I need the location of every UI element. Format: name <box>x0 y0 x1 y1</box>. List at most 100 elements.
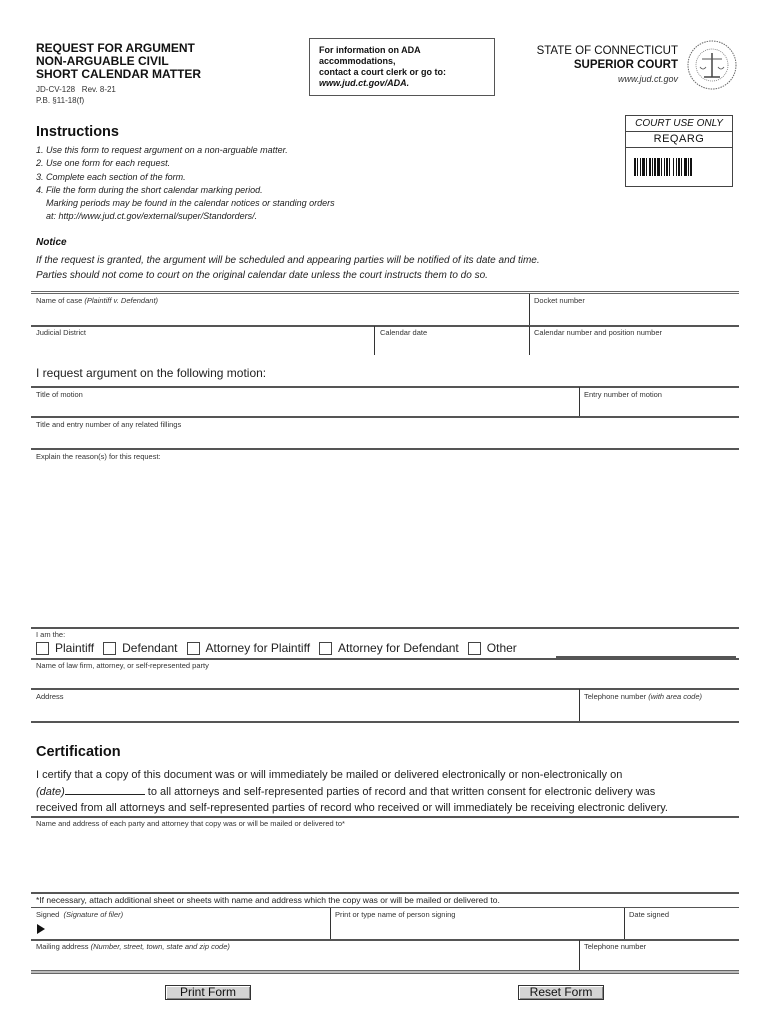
telephone-input[interactable] <box>581 702 738 720</box>
judicial-district-input[interactable] <box>31 338 373 354</box>
title-line-3: SHORT CALENDAR MATTER <box>36 67 202 81</box>
reset-form-button[interactable]: Reset Form <box>518 985 604 1000</box>
form-number-block: JD-CV-128 Rev. 8-21 P.B. §11-18(f) <box>36 84 116 106</box>
ada-line: For information on ADA <box>319 45 421 55</box>
print-name-label: Print or type name of person signing <box>335 910 456 919</box>
signed-label: Signed (Signature of filer) <box>36 910 124 919</box>
cert-line-2: to all attorneys and self-represented pa… <box>144 785 656 798</box>
instruction-item: 1. Use this form to request argument on … <box>36 145 288 155</box>
telephone-label: Telephone number (with area code) <box>584 692 703 701</box>
court-website[interactable]: www.jud.ct.gov <box>537 72 678 86</box>
docket-number-label: Docket number <box>534 296 585 305</box>
checkbox-label: Other <box>486 641 517 655</box>
instruction-item: 3. Complete each section of the form. <box>36 171 186 182</box>
date-signed-label: Date signed <box>629 910 670 919</box>
instructions-list: 1. Use this form to request argument on … <box>36 144 335 224</box>
name-of-case-label: Name of case (Plaintiff v. Defendant) <box>36 296 159 305</box>
checkbox-other[interactable]: Other <box>467 641 517 655</box>
law-firm-input[interactable] <box>31 671 738 687</box>
court-use-only-box: COURT USE ONLY REQARG <box>625 115 733 187</box>
notice-heading: Notice <box>36 237 67 248</box>
checkbox-plaintiff[interactable]: Plaintiff <box>36 641 94 655</box>
instruction-item: Marking periods may be found in the cale… <box>36 198 335 209</box>
court-use-code: REQARG <box>626 132 732 148</box>
signer-telephone-input[interactable] <box>581 952 738 969</box>
barcode-bar <box>649 158 651 176</box>
ada-link[interactable]: www.jud.ct.gov/ADA. <box>319 78 409 88</box>
ada-line: contact a court clerk or go to: <box>319 67 447 77</box>
barcode-bar <box>678 158 680 176</box>
court-header: STATE OF CONNECTICUT SUPERIOR COURT www.… <box>537 44 678 86</box>
barcode-bar <box>646 158 647 176</box>
name-address-parties-textarea[interactable] <box>31 830 738 890</box>
address-label: Address <box>36 692 64 701</box>
print-form-button[interactable]: Print Form <box>165 985 251 1000</box>
divider <box>31 627 739 629</box>
barcode-bar <box>657 158 660 176</box>
checkbox-icon[interactable] <box>36 641 49 655</box>
divider <box>31 448 739 450</box>
entry-number-input[interactable] <box>581 400 738 415</box>
address-input[interactable] <box>31 702 578 720</box>
instruction-item: 2. Use one form for each request. <box>36 158 171 169</box>
ada-info-box: For information on ADA accommodations, c… <box>309 38 495 96</box>
signature-input[interactable] <box>50 920 328 938</box>
law-firm-label: Name of law firm, attorney, or self-repr… <box>36 661 209 670</box>
docket-number-input[interactable] <box>531 306 738 324</box>
barcode-bar <box>669 158 670 176</box>
title-of-motion-input[interactable] <box>31 400 578 415</box>
mailing-address-input[interactable] <box>31 952 578 969</box>
calendar-number-input[interactable] <box>531 338 738 354</box>
checkbox-attorney-plaintiff[interactable]: Attorney for Plaintiff <box>186 641 311 655</box>
divider-vertical <box>374 326 375 355</box>
certification-heading: Certification <box>36 744 121 760</box>
divider-double <box>31 291 739 294</box>
divider <box>31 816 739 818</box>
cert-line: I certify that a copy of this document w… <box>36 769 623 781</box>
divider <box>31 325 739 327</box>
related-filings-input[interactable] <box>31 430 738 446</box>
checkbox-defendant[interactable]: Defendant <box>103 641 178 655</box>
footnote-text: *If necessary, attach additional sheet o… <box>36 895 500 905</box>
checkbox-attorney-defendant[interactable]: Attorney for Defendant <box>319 641 459 655</box>
barcode-bar <box>652 158 653 176</box>
divider <box>31 386 739 388</box>
motion-heading: I request argument on the following moti… <box>36 366 267 380</box>
checkbox-icon[interactable] <box>186 641 200 655</box>
entry-number-label: Entry number of motion <box>584 390 662 399</box>
checkbox-icon[interactable] <box>319 641 333 655</box>
calendar-date-input[interactable] <box>376 338 528 354</box>
checkbox-label: Attorney for Plaintiff <box>205 641 311 655</box>
divider-double <box>31 970 739 974</box>
divider-vertical <box>330 908 331 940</box>
explain-reasons-textarea[interactable] <box>31 462 738 626</box>
date-signed-input[interactable] <box>626 920 738 938</box>
notice-text: If the request is granted, the argument … <box>36 253 540 283</box>
barcode-bar <box>664 158 665 176</box>
checkbox-icon[interactable] <box>467 641 481 655</box>
explain-reasons-label: Explain the reason(s) for this request: <box>36 452 161 461</box>
barcode-bar <box>684 158 687 176</box>
barcode-bar <box>642 158 645 176</box>
cert-date-input[interactable] <box>64 784 145 795</box>
name-of-case-input[interactable] <box>31 306 528 324</box>
calendar-date-label: Calendar date <box>380 328 428 337</box>
judicial-district-label: Judicial District <box>36 328 87 337</box>
divider <box>31 907 739 908</box>
barcode-bar <box>681 158 682 176</box>
barcode-bar <box>688 158 689 176</box>
court-use-label: COURT USE ONLY <box>626 116 732 132</box>
barcode-bar <box>661 158 662 176</box>
divider <box>31 416 739 418</box>
checkbox-icon[interactable] <box>103 641 117 655</box>
practice-book-ref: P.B. §11-18(f) <box>36 96 85 105</box>
barcode-icon <box>634 158 692 176</box>
divider <box>31 688 739 690</box>
divider-vertical <box>579 387 580 416</box>
form-title: REQUEST FOR ARGUMENT NON-ARGUABLE CIVIL … <box>36 42 201 81</box>
print-name-input[interactable] <box>332 920 622 938</box>
barcode-bar <box>654 158 656 176</box>
divider <box>31 658 739 660</box>
calendar-number-label: Calendar number and position number <box>534 328 662 337</box>
certification-text: I certify that a copy of this document w… <box>36 767 741 817</box>
